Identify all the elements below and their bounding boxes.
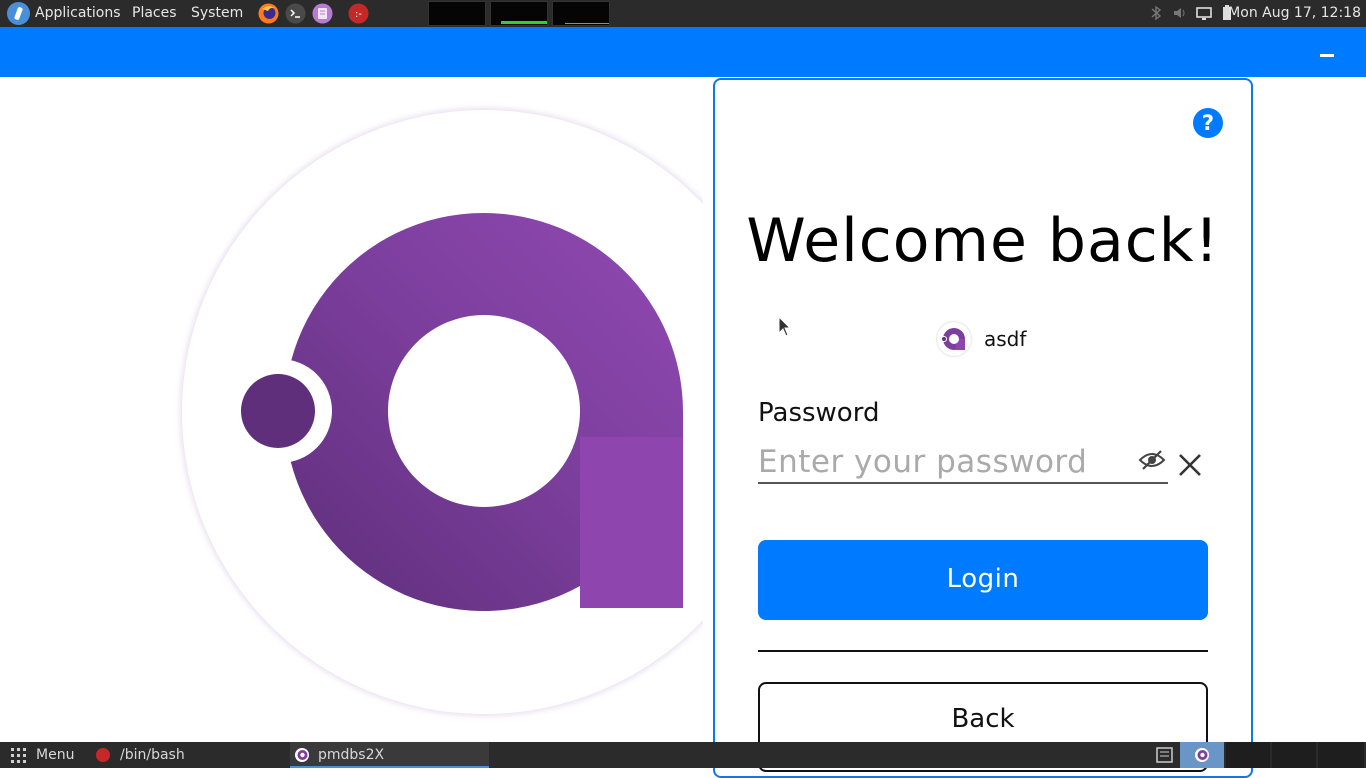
minimize-icon: [1320, 54, 1334, 57]
clock[interactable]: Mon Aug 17, 12:18: [1228, 0, 1361, 27]
memory-graph: [490, 1, 548, 26]
account-row: asdf: [937, 322, 1026, 356]
pmdbs-icon: [1195, 748, 1209, 762]
task-pmdbs[interactable]: pmdbs2X: [290, 742, 489, 768]
places-menu[interactable]: Places: [132, 0, 177, 27]
divider: [758, 650, 1208, 652]
top-panel: Applications Places System :- Mon Aug 17…: [0, 0, 1366, 27]
password-label: Password: [758, 398, 880, 428]
password-field: [758, 442, 1201, 484]
minimize-button[interactable]: [1320, 53, 1336, 58]
taskbar: Menu /bin/bash pmdbs2X: [0, 742, 1366, 768]
cpu-graph: [428, 1, 486, 26]
text-editor-icon[interactable]: [312, 3, 333, 24]
volume-icon[interactable]: [1172, 5, 1186, 21]
app-logo-icon: [180, 108, 703, 716]
help-icon[interactable]: ?: [1193, 108, 1223, 138]
pmdbs-icon: [295, 748, 309, 762]
os-logo-icon[interactable]: [7, 2, 30, 25]
workspace-4[interactable]: [1318, 742, 1364, 768]
workspace-2[interactable]: [1226, 742, 1270, 768]
avatar: [937, 322, 971, 356]
red-app-icon: [96, 748, 110, 762]
svg-text::-: :-: [355, 9, 362, 20]
applications-menu[interactable]: Applications: [35, 0, 121, 27]
workspace-3[interactable]: [1272, 742, 1316, 768]
account-logo-icon: [941, 328, 965, 350]
network-graph: [552, 1, 610, 26]
eye-off-icon[interactable]: [1138, 448, 1166, 472]
task-pmdbs-label: pmdbs2X: [318, 747, 385, 763]
bluetooth-icon[interactable]: [1149, 5, 1163, 21]
terminal-icon[interactable]: [285, 3, 306, 24]
app-header: [0, 27, 1366, 77]
firefox-icon[interactable]: [258, 3, 279, 24]
menu-grid-icon[interactable]: [10, 742, 28, 768]
welcome-title: Welcome back!: [746, 206, 1220, 276]
workspace-1[interactable]: [1180, 742, 1224, 768]
display-icon[interactable]: [1196, 5, 1212, 21]
tray-app-icon[interactable]: [1156, 742, 1174, 768]
task-bash-label: /bin/bash: [120, 747, 185, 763]
login-card: ? Welcome back! asdf Password Login Back: [713, 78, 1253, 778]
task-bash[interactable]: /bin/bash: [90, 742, 288, 768]
password-input[interactable]: [758, 442, 1128, 482]
mouse-cursor-icon: [778, 316, 792, 337]
red-app-icon[interactable]: :-: [348, 3, 369, 24]
app-logo-area: [0, 77, 703, 742]
account-name: asdf: [984, 327, 1027, 351]
login-button[interactable]: Login: [758, 540, 1208, 620]
system-menu[interactable]: System: [191, 0, 243, 27]
close-icon[interactable]: [1176, 451, 1204, 479]
menu-button[interactable]: Menu: [36, 742, 74, 768]
